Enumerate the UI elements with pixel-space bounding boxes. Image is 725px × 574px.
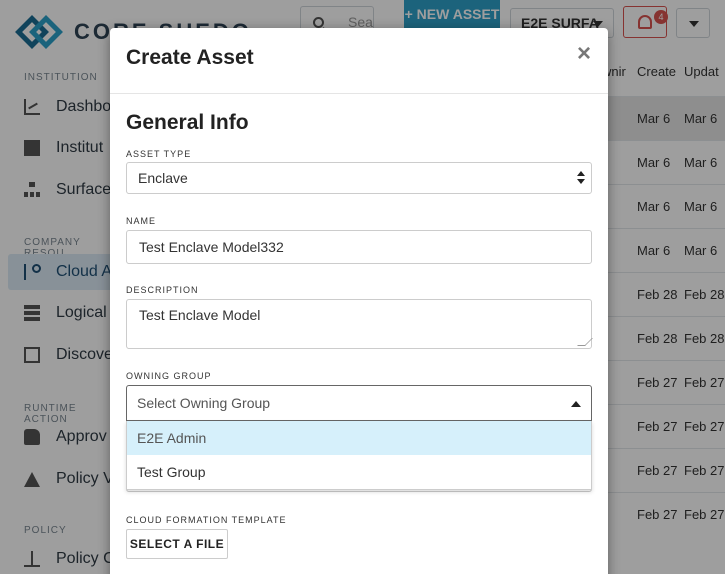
modal-header: Create Asset × xyxy=(110,28,608,94)
chevron-up-icon xyxy=(571,401,581,407)
dropdown-option-test-group[interactable]: Test Group xyxy=(127,455,591,489)
asset-type-value: Enclave xyxy=(138,170,188,186)
asset-type-select[interactable]: Enclave xyxy=(126,162,592,194)
modal-title: Create Asset xyxy=(126,46,254,69)
create-asset-modal: Create Asset × General Info ASSET TYPE E… xyxy=(110,28,608,574)
select-file-button[interactable]: SELECT A FILE xyxy=(126,529,228,559)
name-input[interactable]: Test Enclave Model332 xyxy=(126,230,592,264)
owning-group-dropdown: E2E Admin Test Group xyxy=(126,421,592,490)
description-textarea[interactable]: Test Enclave Model xyxy=(126,299,593,349)
asset-type-label: ASSET TYPE xyxy=(126,149,192,159)
cloud-formation-label: CLOUD FORMATION TEMPLATE xyxy=(126,515,287,525)
description-label: DESCRIPTION xyxy=(126,285,199,295)
owning-group-placeholder: Select Owning Group xyxy=(137,395,271,411)
select-arrows-icon xyxy=(577,171,585,185)
close-icon[interactable]: × xyxy=(574,42,594,66)
resize-handle-icon[interactable] xyxy=(577,338,593,346)
dropdown-option-e2e-admin[interactable]: E2E Admin xyxy=(127,421,591,455)
section-heading: General Info xyxy=(126,111,249,134)
name-label: NAME xyxy=(126,216,157,226)
owning-group-select[interactable]: Select Owning Group xyxy=(126,385,592,421)
owning-group-label: OWNING GROUP xyxy=(126,371,212,381)
description-value: Test Enclave Model xyxy=(139,307,261,323)
